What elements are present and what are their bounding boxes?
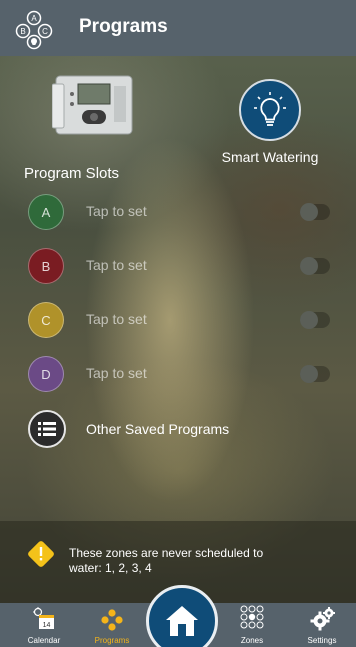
top-bar: A B C Programs [0, 0, 356, 56]
slot-toggle-c[interactable] [300, 311, 330, 329]
slot-text: Tap to set [86, 203, 147, 219]
home-button[interactable] [146, 585, 218, 647]
lightbulb-icon [239, 79, 301, 141]
program-slots-logo-icon: A B C [15, 10, 53, 50]
calendar-icon: 14 [33, 607, 54, 629]
smart-watering-button[interactable]: Smart Watering [215, 79, 325, 165]
slot-badge-d: D [28, 356, 64, 392]
warning-text: These zones are never scheduled to water… [69, 546, 264, 575]
program-slot-a[interactable]: A Tap to set [28, 194, 338, 230]
warning-icon [28, 541, 54, 567]
programs-icon [101, 609, 123, 631]
controller-image [52, 75, 133, 135]
other-saved-programs-button[interactable]: Other Saved Programs [28, 410, 328, 448]
slot-text: Tap to set [86, 311, 147, 327]
slot-toggle-d[interactable] [300, 365, 330, 383]
slot-toggle-b[interactable] [300, 257, 330, 275]
svg-text:B: B [20, 27, 25, 36]
svg-text:C: C [42, 27, 48, 36]
nav-zones-label: Zones [240, 636, 264, 645]
slot-badge-a: A [28, 194, 64, 230]
other-saved-programs-label: Other Saved Programs [86, 421, 230, 437]
nav-zones[interactable]: Zones [222, 603, 282, 647]
nav-calendar[interactable]: 14 Calendar [14, 603, 74, 647]
nav-settings[interactable]: Settings [292, 603, 352, 647]
programs-screen: A B C Programs Smart Watering Program Sl… [0, 0, 356, 647]
nav-settings-label: Settings [307, 636, 337, 645]
zones-icon [240, 605, 264, 629]
program-slot-c[interactable]: C Tap to set [28, 302, 338, 338]
page-title: Programs [79, 16, 168, 37]
slot-badge-b: B [28, 248, 64, 284]
svg-text:A: A [31, 14, 37, 23]
nav-calendar-label: Calendar [27, 636, 61, 645]
smart-watering-label: Smart Watering [221, 149, 319, 165]
list-icon [28, 410, 66, 448]
gear-icon [310, 607, 335, 631]
svg-text:14: 14 [43, 622, 51, 629]
slot-text: Tap to set [86, 257, 147, 273]
nav-programs-label: Programs [94, 636, 130, 645]
slot-badge-c: C [28, 302, 64, 338]
nav-programs[interactable]: Programs [82, 603, 142, 647]
program-slot-b[interactable]: B Tap to set [28, 248, 338, 284]
program-slot-d[interactable]: D Tap to set [28, 356, 338, 392]
slot-toggle-a[interactable] [300, 203, 330, 221]
program-slots-heading: Program Slots [24, 165, 120, 182]
slot-text: Tap to set [86, 365, 147, 381]
home-icon [166, 606, 198, 636]
